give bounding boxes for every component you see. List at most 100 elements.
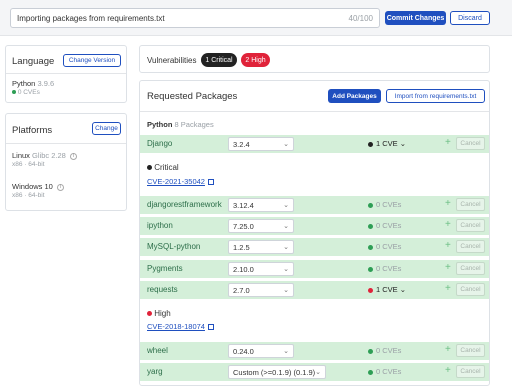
chevron-down-icon: ⌄ [283,223,289,230]
platform-arch: x86 · 64-bit [12,161,45,168]
add-packages-button[interactable]: Add Packages [328,89,381,103]
platform-item: Linux Glibc 2.28 i [12,151,77,160]
ok-dot-icon [368,202,373,208]
cve-count[interactable]: 1 CVE ⌄ [368,285,406,294]
cve-count-text: 0 CVEs [376,242,402,251]
version-select[interactable]: 1.2.5 ⌄ [228,240,294,254]
cve-count: 0 CVEs [368,264,401,273]
language-name-row: Python 3.9.6 [12,79,54,88]
package-name: djangorestframework [147,200,222,209]
chevron-down-icon: ⌄ [283,348,289,355]
commit-message-input[interactable]: Importing packages from requirements.txt… [10,8,380,28]
package-group-header: Python 8 Packages [147,120,214,129]
version-select[interactable]: Custom (>=0.1.9) (0.1.9) ⌄ [228,365,326,379]
version-select[interactable]: 2.10.0 ⌄ [228,262,294,276]
info-icon[interactable]: i [56,183,64,191]
cancel-button[interactable]: Cancel [456,137,485,150]
import-requirements-button[interactable]: Import from requirements.txt [386,89,485,103]
change-platforms-button[interactable]: Change [92,122,121,135]
language-version: 3.9.6 [37,79,55,88]
cve-link[interactable]: CVE-2018-18074 [147,322,214,331]
discard-button[interactable]: Discard [450,11,490,25]
plus-icon[interactable]: + [445,283,451,294]
info-icon[interactable]: i [69,152,77,160]
plus-icon[interactable]: + [445,240,451,251]
language-panel: Language Change Version Python 3.9.6 0 C… [5,45,127,103]
plus-icon[interactable]: + [445,219,451,230]
platform-name: Linux [12,151,30,160]
commit-message-text: Importing packages from requirements.txt [17,13,165,23]
language-cves: 0 CVEs [17,89,40,96]
high-badge[interactable]: 2 High [241,53,270,67]
cve-count-text: 0 CVEs [376,264,402,273]
package-row: requests 2.7.0 ⌄ 1 CVE ⌄ + Cancel [140,281,489,299]
cve-count-text: 0 CVEs [376,200,402,209]
platforms-panel: Platforms Change Linux Glibc 2.28 i x86 … [5,113,127,211]
chevron-down-icon: ⌄ [283,244,289,251]
critical-badge[interactable]: 1 Critical [201,53,237,67]
chevron-down-icon: ⌄ [283,287,289,294]
language-cves-row: 0 CVEs [12,89,40,96]
cancel-button[interactable]: Cancel [456,283,485,296]
chevron-down-icon: ⌄ [399,139,407,148]
package-name: MySQL-python [147,242,201,251]
package-row: yarg Custom (>=0.1.9) (0.1.9) ⌄ 0 CVEs + … [140,363,489,381]
cancel-button[interactable]: Cancel [456,262,485,275]
cancel-button[interactable]: Cancel [456,198,485,211]
severity-label: High [154,309,171,318]
cve-count: 0 CVEs [368,346,401,355]
commit-bar: Importing packages from requirements.txt… [0,0,512,36]
cve-count: 0 CVEs [368,200,401,209]
plus-icon[interactable]: + [445,137,451,148]
version-select[interactable]: 3.2.4 ⌄ [228,137,294,151]
version-value: 2.10.0 [233,264,254,274]
version-select[interactable]: 2.7.0 ⌄ [228,283,294,297]
version-select[interactable]: 7.25.0 ⌄ [228,219,294,233]
language-name: Python [12,79,36,88]
plus-icon[interactable]: + [445,365,451,376]
external-link-icon [207,179,214,186]
group-name: Python [147,120,173,129]
plus-icon[interactable]: + [445,198,451,209]
plus-icon[interactable]: + [445,262,451,273]
version-value: 0.24.0 [233,346,254,356]
chevron-down-icon: ⌄ [283,266,289,273]
high-dot-icon [368,287,373,293]
commit-changes-button[interactable]: Commit Changes [385,11,446,25]
package-row: wheel 0.24.0 ⌄ 0 CVEs + Cancel [140,342,489,360]
package-row: Django 3.2.4 ⌄ 1 CVE ⌄ + Cancel [140,135,489,153]
package-name: requests [147,285,178,294]
requested-packages-title: Requested Packages [147,91,238,102]
version-value: 2.7.0 [233,285,250,295]
cve-count[interactable]: 1 CVE ⌄ [368,139,406,148]
severity-label: Critical [154,163,179,172]
cancel-button[interactable]: Cancel [456,344,485,357]
package-name: wheel [147,346,168,355]
external-link-icon [207,324,214,331]
version-select[interactable]: 0.24.0 ⌄ [228,344,294,358]
vulnerabilities-label: Vulnerabilities [147,56,197,65]
plus-icon[interactable]: + [445,344,451,355]
critical-dot-icon [368,141,373,147]
char-count: 40/100 [348,13,373,23]
cancel-button[interactable]: Cancel [456,240,485,253]
cancel-button[interactable]: Cancel [456,365,485,378]
cve-count: 0 CVEs [368,221,401,230]
cve-count: 0 CVEs [368,367,401,376]
platform-arch: x86 · 64-bit [12,192,45,199]
package-row: ipython 7.25.0 ⌄ 0 CVEs + Cancel [140,217,489,235]
version-value: 3.2.4 [233,139,250,149]
change-version-button[interactable]: Change Version [63,54,121,67]
cve-count-text: 1 CVE [376,285,398,294]
version-select[interactable]: 3.12.4 ⌄ [228,198,294,212]
cancel-button[interactable]: Cancel [456,219,485,232]
high-dot-icon [147,311,152,317]
severity-row: Critical [147,163,179,172]
vulnerability-detail: High CVE-2018-18074 [140,299,489,341]
chevron-down-icon: ⌄ [399,285,407,294]
package-row: Pygments 2.10.0 ⌄ 0 CVEs + Cancel [140,260,489,278]
package-name: Pygments [147,264,183,273]
ok-dot-icon [368,266,373,272]
cve-link[interactable]: CVE-2021-35042 [147,177,214,186]
platform-name: Windows 10 [12,182,53,191]
